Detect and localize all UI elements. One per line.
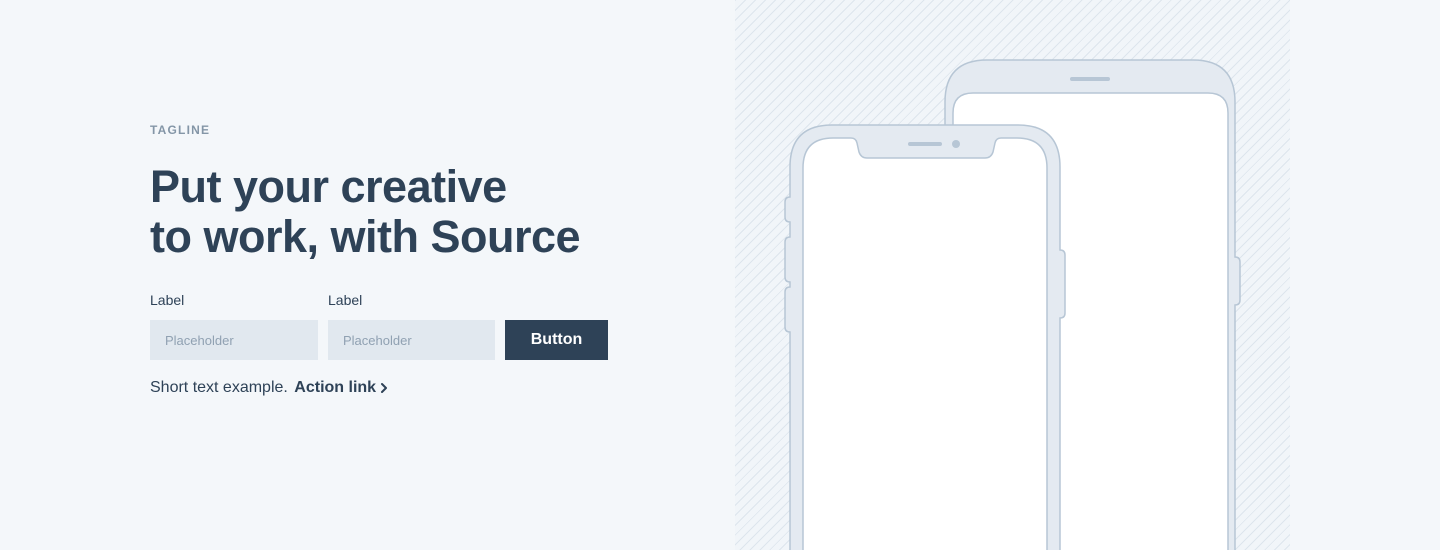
headline-line-1: Put your creative [150,161,507,212]
field-2-input[interactable] [328,320,495,360]
action-link-label: Action link [294,379,377,396]
submit-button[interactable]: Button [505,320,608,360]
short-text: Short text example. [150,379,288,396]
phones-svg [784,59,1241,550]
field-1-label: Label [150,292,185,308]
action-link[interactable]: Action link [294,379,388,396]
page-title: Put your creative to work, with Source [150,161,581,262]
device-illustration [735,0,1290,550]
field-2-label: Label [328,292,363,308]
chevron-right-icon [381,382,388,393]
tagline: TAGLINE [150,123,211,137]
phone-front-icon [784,124,1066,550]
short-text-row: Short text example. Action link [150,378,388,397]
hero-section: TAGLINE Put your creative to work, with … [0,0,1440,550]
field-1-input[interactable] [150,320,318,360]
headline-line-2: to work, with Source [150,211,581,262]
